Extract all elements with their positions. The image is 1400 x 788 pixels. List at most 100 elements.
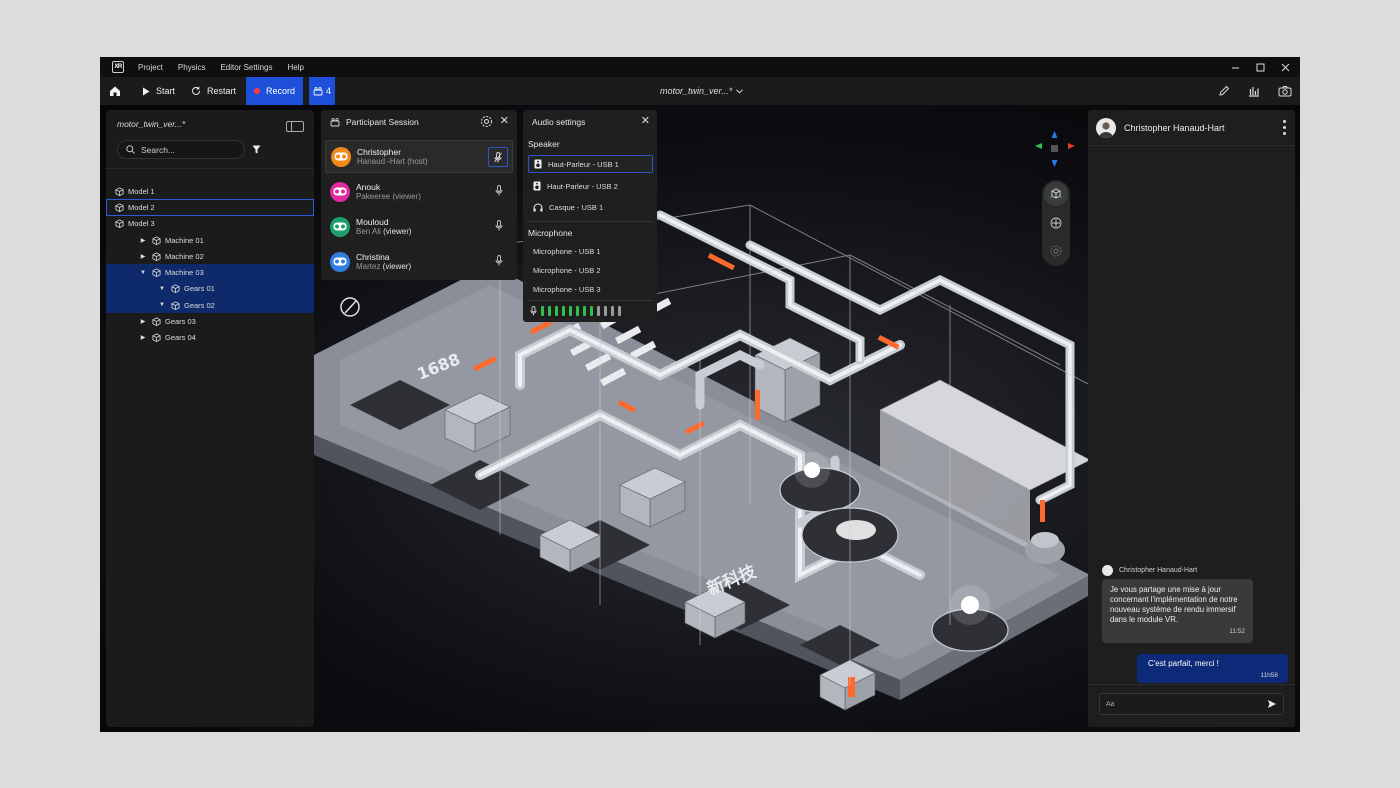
level-bar (569, 306, 572, 316)
tree-item[interactable]: ▶ Gears 03 (106, 313, 314, 329)
level-bar (548, 306, 551, 316)
close-icon[interactable]: ✕ (641, 114, 650, 127)
caret-right-icon[interactable]: ▶ (139, 237, 147, 244)
search-placeholder: Search... (141, 144, 176, 155)
microphone-icon[interactable] (495, 255, 503, 266)
tree-item[interactable]: Model 3 (106, 216, 314, 232)
menu-project[interactable]: Project (138, 63, 163, 72)
caret-down-icon[interactable]: ▼ (139, 270, 147, 276)
participants-icon (313, 86, 323, 95)
participant-surname: Pakeeree (viewer) (356, 191, 421, 201)
gear-icon[interactable] (480, 115, 493, 128)
tree-item[interactable]: ▶ Machine 02 (106, 248, 314, 264)
minimize-icon[interactable] (1231, 63, 1240, 72)
participants-button[interactable]: 4 (309, 77, 336, 105)
tree-item[interactable]: Model 1 (106, 183, 314, 199)
zoom-icon (1050, 245, 1062, 257)
home-button[interactable] (100, 77, 130, 105)
microphone-icon[interactable] (495, 220, 503, 231)
search-icon (126, 145, 135, 154)
tree-item[interactable]: ▶ Gears 04 (106, 330, 314, 346)
pan-button[interactable] (1044, 211, 1068, 235)
pencil-icon[interactable] (1218, 85, 1230, 97)
tree-item[interactable]: ▼ Gears 01 (106, 280, 314, 298)
tree-item[interactable]: ▶ Machine 01 (106, 232, 314, 248)
scene-panel-title: motor_twin_ver...* (117, 119, 186, 129)
stats-icon[interactable] (1248, 85, 1260, 97)
record-label: Record (266, 86, 296, 96)
panel-divider (106, 168, 314, 169)
speaker-option-3[interactable]: Casque - USB 1 (528, 198, 653, 216)
caret-right-icon[interactable]: ▶ (139, 318, 147, 325)
speaker-icon (534, 159, 542, 169)
document-title-text: motor_twin_ver...* (660, 86, 733, 96)
start-button[interactable]: Start (134, 77, 183, 105)
chat-message-input[interactable]: Aa (1099, 693, 1284, 715)
zoom-button[interactable] (1044, 239, 1068, 263)
pan-icon (1050, 217, 1062, 229)
speaker-icon (533, 181, 541, 191)
headphones-icon (533, 203, 543, 211)
orbit-button[interactable] (1044, 182, 1068, 206)
cube-icon (152, 317, 161, 327)
caret-right-icon[interactable]: ▶ (139, 334, 147, 341)
chat-divider (1088, 684, 1295, 685)
participant-row[interactable]: Mouloud Ben Ali (viewer) (325, 210, 513, 243)
avatar (1096, 117, 1116, 138)
tree-item-label: Model 3 (128, 219, 155, 229)
menu-help[interactable]: Help (288, 63, 304, 72)
cube-icon (152, 268, 161, 278)
avatar (1102, 565, 1113, 576)
participant-row[interactable]: Christina Martez (viewer) (325, 245, 513, 278)
participant-name: Christina (356, 251, 390, 262)
vr-headset-avatar-icon (330, 181, 350, 202)
participant-name: Mouloud (356, 216, 389, 227)
document-title[interactable]: motor_twin_ver...* (660, 77, 744, 105)
participant-info: Mouloud Ben Ali (viewer) (356, 217, 412, 237)
send-icon[interactable] (1267, 699, 1277, 709)
level-bar (562, 306, 565, 316)
more-options-icon[interactable] (1283, 120, 1286, 135)
close-window-icon[interactable] (1281, 63, 1290, 72)
level-bar (597, 306, 600, 316)
filter-icon[interactable] (252, 145, 261, 154)
mute-toggle-button[interactable] (488, 147, 508, 167)
search-input[interactable]: Search... (117, 140, 245, 159)
caret-down-icon[interactable]: ▼ (158, 302, 166, 308)
restart-label: Restart (207, 86, 237, 96)
toolbar: Start Restart Record 4 motor_twin_ver...… (100, 77, 1300, 105)
restart-button[interactable]: Restart (183, 77, 244, 105)
message-time: 11:52 (1229, 628, 1245, 635)
orientation-gizmo[interactable] (1033, 129, 1077, 169)
participant-row[interactable]: Christopher Hanaud -Hart (host) (325, 140, 513, 173)
record-button[interactable]: Record (246, 77, 304, 105)
microphone-option-2[interactable]: Microphone - USB 2 (528, 261, 653, 279)
camera-icon[interactable] (1278, 85, 1292, 97)
panel-toggle-icon[interactable] (286, 121, 304, 132)
tree-item[interactable]: ▼ Gears 02 (106, 297, 314, 314)
caret-right-icon[interactable]: ▶ (139, 253, 147, 260)
microphone-option-1[interactable]: Microphone - USB 1 (528, 242, 653, 260)
menu-editor-settings[interactable]: Editor Settings (220, 63, 272, 72)
participant-row[interactable]: Anouk Pakeeree (viewer) (325, 175, 513, 208)
person-avatar-icon (1099, 121, 1113, 138)
speaker-option-2[interactable]: Haut-Parleur - USB 2 (528, 177, 653, 195)
participant-surname: Hanaud -Hart (host) (357, 156, 428, 166)
speaker-option-1[interactable]: Haut-Parleur - USB 1 (528, 155, 653, 173)
participant-info: Christina Martez (viewer) (356, 252, 411, 272)
tree-item[interactable]: ▼ Machine 03 (106, 264, 314, 281)
menu-physics[interactable]: Physics (178, 63, 206, 72)
mic-muted-icon (494, 151, 502, 162)
tree-item[interactable]: Model 2 (106, 199, 314, 216)
participant-surname: Ben Ali (356, 226, 384, 236)
window-controls (1231, 57, 1290, 77)
microphone-icon[interactable] (495, 185, 503, 196)
incoming-message: Je vous partage une mise à jour concerna… (1102, 579, 1253, 643)
caret-down-icon[interactable]: ▼ (158, 286, 166, 292)
close-icon[interactable]: ✕ (500, 114, 509, 127)
chat-input-placeholder: Aa (1106, 700, 1115, 708)
home-icon (110, 86, 120, 96)
microphone-option-3[interactable]: Microphone - USB 3 (528, 280, 653, 298)
maximize-icon[interactable] (1256, 63, 1265, 72)
start-label: Start (156, 86, 176, 96)
